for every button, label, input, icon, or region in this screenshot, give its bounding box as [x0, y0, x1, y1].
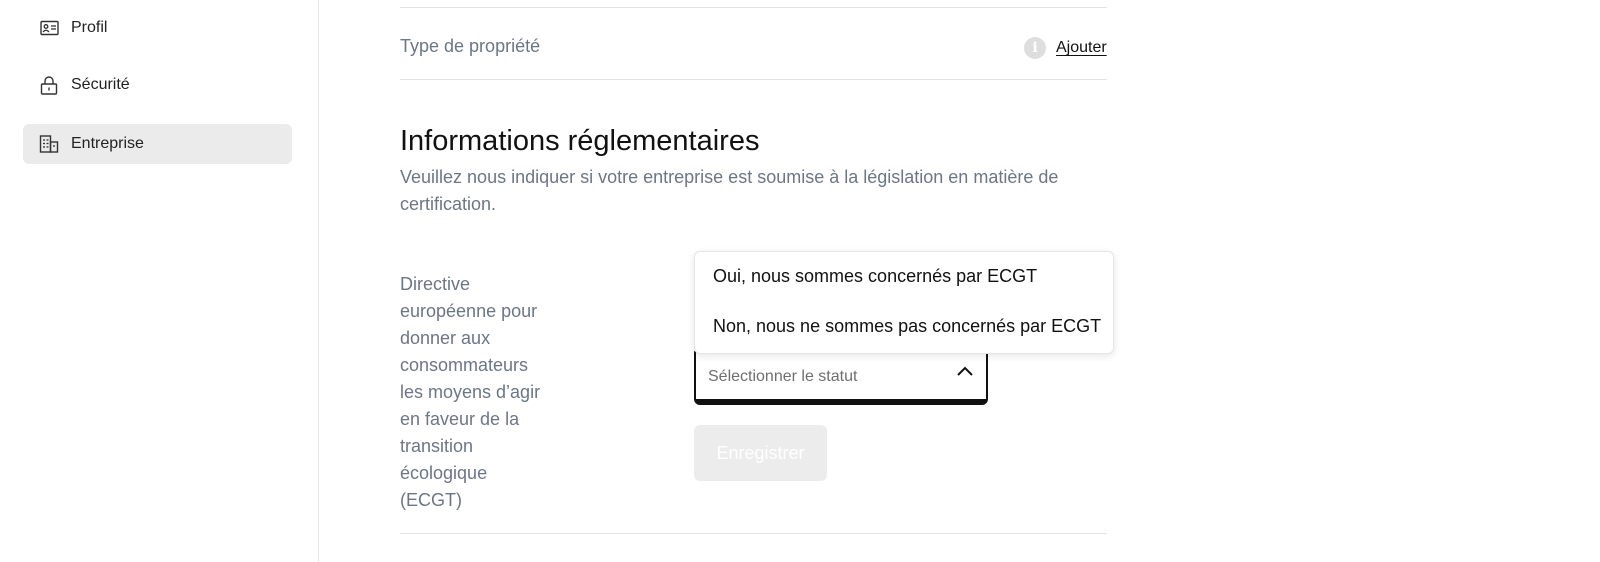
divider [400, 7, 1107, 8]
divider [400, 533, 1107, 534]
id-card-icon [39, 18, 59, 38]
section-title: Informations réglementaires [400, 125, 760, 157]
sidebar-item-label: Sécurité [71, 76, 130, 93]
chevron-up-icon [957, 366, 973, 376]
option-yes-ecgt[interactable]: Oui, nous sommes concernés par ECGT [713, 266, 1037, 287]
ecgt-status-select[interactable]: Sélectionner le statut [694, 347, 988, 405]
sidebar-item-label: Entreprise [71, 135, 144, 152]
info-icon[interactable]: i [1024, 37, 1046, 59]
option-no-ecgt[interactable]: Non, nous ne sommes pas concernés par EC… [713, 316, 1101, 337]
add-property-type-link[interactable]: Ajouter [1056, 39, 1107, 57]
sidebar-item-entreprise[interactable]: Entreprise [23, 124, 292, 164]
sidebar: Profil Sécurité Entreprise [0, 0, 319, 562]
select-placeholder: Sélectionner le statut [708, 368, 858, 385]
sidebar-item-securite[interactable]: Sécurité [23, 65, 292, 105]
page: Profil Sécurité Entreprise Type de propr… [0, 0, 1600, 562]
sidebar-item-profil[interactable]: Profil [23, 8, 292, 48]
building-icon [39, 134, 59, 154]
save-button[interactable]: Enregistrer [694, 425, 827, 481]
property-type-label: Type de propriété [400, 36, 541, 56]
sidebar-item-label: Profil [71, 19, 108, 36]
select-options-menu: Oui, nous sommes concernés par ECGT Non,… [694, 251, 1114, 354]
divider [400, 79, 1107, 80]
ecgt-field-label: Directive européenne pour donner aux con… [400, 274, 541, 510]
section-description: Veuillez nous indiquer si votre entrepri… [400, 167, 1059, 214]
lock-icon [39, 75, 59, 95]
